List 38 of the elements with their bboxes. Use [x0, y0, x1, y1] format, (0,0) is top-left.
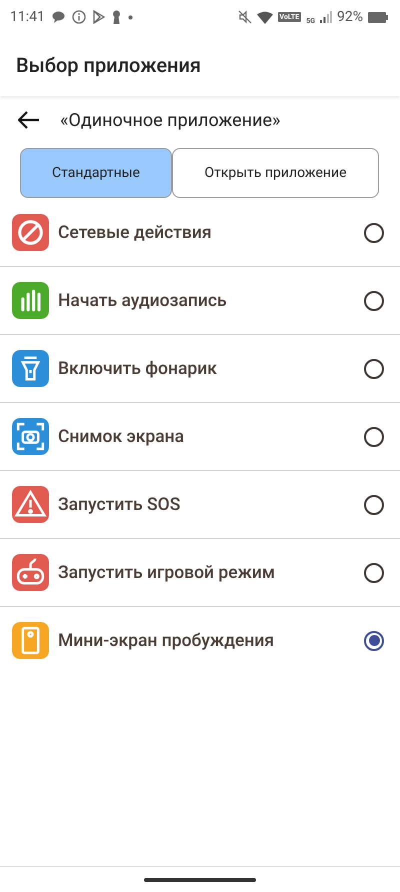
- battery-percent: 92%: [337, 9, 363, 25]
- action-label: Снимок экрана: [58, 426, 186, 446]
- action-row[interactable]: Мини-экран пробуждения: [0, 607, 400, 674]
- play-store-icon: [92, 10, 105, 24]
- tab[interactable]: Открыть приложение: [172, 148, 379, 198]
- radio-button[interactable]: [364, 494, 384, 514]
- action-row[interactable]: Начать аудиозапись: [0, 267, 400, 335]
- action-label: Начать аудиозапись: [58, 290, 228, 310]
- mute-icon: [238, 10, 252, 24]
- action-row[interactable]: Сетевые действия: [0, 199, 400, 267]
- back-button[interactable]: [18, 111, 40, 129]
- keyhole-icon: [112, 10, 121, 24]
- wifi-icon: [256, 10, 273, 24]
- radio-button[interactable]: [364, 630, 384, 650]
- clock: 11:41: [10, 9, 45, 25]
- action-label: Сетевые действия: [58, 222, 213, 242]
- action-label: Мини-экран пробуждения: [58, 630, 276, 650]
- radio-button[interactable]: [364, 222, 384, 242]
- action-label: Запустить SOS: [58, 494, 182, 514]
- screen-title: Выбор приложения: [16, 53, 201, 77]
- dot-icon: [128, 14, 133, 20]
- info-icon: [72, 10, 86, 24]
- action-row[interactable]: Снимок экрана: [0, 403, 400, 471]
- battery-icon: [368, 12, 388, 22]
- action-row[interactable]: Запустить игровой режим: [0, 539, 400, 607]
- section-title: «Одиночное приложение»: [60, 110, 280, 130]
- action-row[interactable]: Включить фонарик: [0, 335, 400, 403]
- action-label: Запустить игровой режим: [58, 562, 276, 582]
- gesture-handle[interactable]: [144, 878, 256, 882]
- action-row[interactable]: Запустить SOS: [0, 471, 400, 539]
- signal-icon: [320, 11, 332, 23]
- radio-button[interactable]: [364, 358, 384, 378]
- radio-button[interactable]: [364, 290, 384, 310]
- radio-button[interactable]: [364, 426, 384, 446]
- chat-icon: [52, 11, 65, 23]
- radio-button[interactable]: [364, 562, 384, 582]
- tab[interactable]: Стандартные: [20, 148, 172, 198]
- action-label: Включить фонарик: [58, 358, 218, 378]
